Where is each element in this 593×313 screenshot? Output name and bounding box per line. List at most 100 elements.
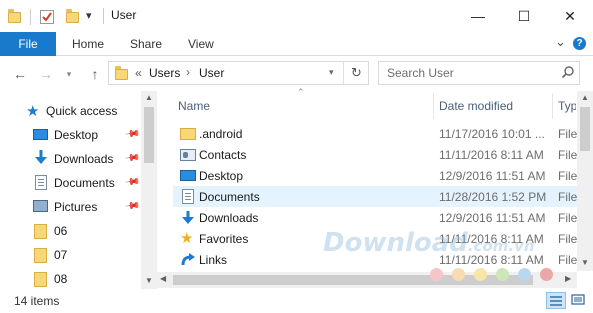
large-icons-view-button[interactable] xyxy=(569,292,589,309)
nav-item-label: 08 xyxy=(54,272,68,286)
nav-item-folder-07[interactable]: 07 xyxy=(0,243,140,267)
nav-item-pictures[interactable]: Pictures 📌 xyxy=(0,195,141,219)
nav-item-quick-access[interactable]: ★ Quick access xyxy=(0,99,140,123)
file-date: 11/11/2016 8:11 AM xyxy=(439,148,544,162)
nav-item-downloads[interactable]: Downloads 📌 xyxy=(0,147,141,171)
search-input[interactable]: Search User xyxy=(378,61,580,85)
file-date: 11/28/2016 1:52 PM xyxy=(439,190,547,204)
tab-file[interactable]: File xyxy=(0,32,56,56)
column-divider[interactable] xyxy=(552,93,553,119)
nav-item-desktop[interactable]: Desktop 📌 xyxy=(0,123,141,147)
file-type: File xyxy=(558,169,578,183)
file-list-scrollbar-thumb[interactable] xyxy=(580,107,590,151)
file-name: Links xyxy=(199,253,228,267)
scroll-up-icon[interactable]: ▲ xyxy=(581,93,589,102)
address-row: ← → ▾ ↑ « Users › User ▾ ↻ Search User xyxy=(0,57,593,91)
breadcrumb-separator[interactable]: › xyxy=(186,65,190,79)
properties-icon[interactable] xyxy=(40,10,54,24)
column-divider[interactable] xyxy=(433,93,434,119)
scroll-down-icon[interactable]: ▼ xyxy=(145,276,153,285)
favorites-star-icon: ★ xyxy=(180,230,194,247)
file-row[interactable]: Desktop 12/9/2016 11:51 AM File xyxy=(173,165,577,186)
file-name: Favorites xyxy=(199,232,249,246)
file-list-scrollbar[interactable]: ▲ ▼ xyxy=(577,91,593,271)
help-icon[interactable]: ? xyxy=(573,37,586,50)
forward-button[interactable]: → xyxy=(35,63,57,85)
nav-item-label: Documents xyxy=(54,176,115,190)
column-header-type[interactable]: Typ xyxy=(558,93,576,119)
desktop-icon xyxy=(180,170,196,181)
watermark-dots xyxy=(430,268,560,282)
file-type: File xyxy=(558,232,578,246)
nav-item-label: 06 xyxy=(54,224,68,238)
recent-locations-icon[interactable]: ▾ xyxy=(58,63,80,85)
back-button[interactable]: ← xyxy=(9,63,31,85)
nav-item-documents[interactable]: Documents 📌 xyxy=(0,171,141,195)
file-name: .android xyxy=(199,127,243,141)
quick-access-toolbar: ▾ xyxy=(8,9,103,25)
pictures-icon xyxy=(33,200,48,212)
watermark-dot xyxy=(496,268,509,281)
title-separator xyxy=(103,8,104,24)
desktop-icon xyxy=(33,129,48,140)
document-icon xyxy=(182,189,194,204)
file-list: ⌃ Name Date modified Typ .android 11/17/… xyxy=(157,87,593,289)
address-dropdown-icon[interactable]: ▾ xyxy=(329,67,334,78)
nav-item-label: Desktop xyxy=(54,128,99,142)
watermark-tld: .com.vn xyxy=(467,237,535,255)
scroll-down-icon[interactable]: ▼ xyxy=(581,258,589,267)
folder-icon xyxy=(115,66,128,80)
new-folder-icon[interactable] xyxy=(66,9,79,23)
scroll-up-icon[interactable]: ▲ xyxy=(145,93,153,102)
folder-icon xyxy=(34,248,47,263)
file-type: File xyxy=(558,148,578,162)
folder-icon[interactable] xyxy=(8,9,21,23)
window-title: User xyxy=(111,8,137,22)
file-row[interactable]: Downloads 12/9/2016 11:51 AM File xyxy=(173,207,577,228)
watermark-dot xyxy=(474,268,487,281)
up-button[interactable]: ↑ xyxy=(84,63,106,85)
star-icon: ★ xyxy=(26,103,40,120)
breadcrumb-overflow[interactable]: « xyxy=(135,66,142,80)
file-row[interactable]: Contacts 11/11/2016 8:11 AM File xyxy=(173,144,577,165)
scroll-left-icon[interactable]: ◀ xyxy=(160,274,166,283)
scroll-right-icon[interactable]: ▶ xyxy=(565,274,571,283)
close-button[interactable]: ✕ xyxy=(547,0,593,32)
address-bar[interactable]: « Users › User ▾ ↻ xyxy=(108,61,369,85)
file-type: File xyxy=(558,127,578,141)
watermark-dot xyxy=(430,268,443,281)
watermark-text: Download xyxy=(323,228,468,258)
maximize-button[interactable]: ☐ xyxy=(501,0,547,32)
column-header-name[interactable]: Name xyxy=(178,93,210,119)
customize-toolbar-icon[interactable]: ▾ xyxy=(86,9,92,22)
column-header-date[interactable]: Date modified xyxy=(439,93,513,119)
watermark-dot xyxy=(518,268,531,281)
nav-item-folder-08[interactable]: 08 xyxy=(0,267,140,291)
search-placeholder: Search User xyxy=(387,66,454,80)
pin-icon[interactable]: 📌 xyxy=(124,150,141,166)
navigation-pane: ★ Quick access Desktop 📌 Downloads 📌 Doc… xyxy=(0,91,157,289)
folder-icon xyxy=(180,128,196,140)
refresh-icon[interactable]: ↻ xyxy=(343,62,369,84)
nav-scrollbar-thumb[interactable] xyxy=(144,107,154,163)
tab-view[interactable]: View xyxy=(188,32,214,56)
breadcrumb-user[interactable]: User xyxy=(199,66,224,80)
pin-icon[interactable]: 📌 xyxy=(124,198,141,214)
file-name: Documents xyxy=(199,190,260,204)
file-row-selected[interactable]: Documents 11/28/2016 1:52 PM File xyxy=(173,186,577,207)
tab-share[interactable]: Share xyxy=(130,32,162,56)
sort-indicator-icon: ⌃ xyxy=(297,87,305,97)
pin-icon[interactable]: 📌 xyxy=(124,126,141,142)
nav-scrollbar[interactable]: ▲ ▼ xyxy=(141,91,157,289)
minimize-button[interactable]: — xyxy=(455,0,501,32)
pin-icon[interactable]: 📌 xyxy=(124,174,141,190)
breadcrumb-users[interactable]: Users xyxy=(149,66,180,80)
links-icon xyxy=(180,252,196,267)
details-view-button[interactable] xyxy=(546,292,566,309)
file-date: 11/17/2016 10:01 ... xyxy=(439,127,545,141)
expand-ribbon-icon[interactable]: ⌄ xyxy=(555,34,566,50)
tab-home[interactable]: Home xyxy=(72,32,104,56)
search-icon[interactable] xyxy=(561,65,575,82)
nav-item-folder-06[interactable]: 06 xyxy=(0,219,140,243)
file-row[interactable]: .android 11/17/2016 10:01 ... File xyxy=(173,123,577,144)
